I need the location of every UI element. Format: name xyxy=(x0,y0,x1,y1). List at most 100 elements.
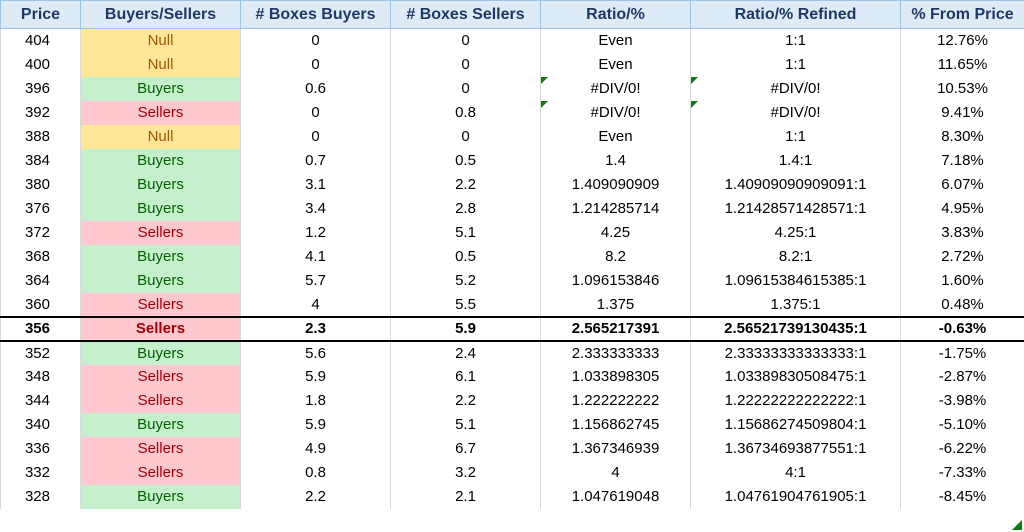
cell-ratio[interactable]: 4 xyxy=(541,461,691,485)
cell-refined[interactable]: 1.04761904761905:1 xyxy=(691,485,901,509)
error-flag-icon[interactable] xyxy=(691,77,698,84)
cell-refined[interactable]: 1.36734693877551:1 xyxy=(691,437,901,461)
table-row[interactable]: 400Null00Even1:111.65% xyxy=(1,53,1024,77)
cell-price[interactable]: 384 xyxy=(1,149,81,173)
cell-sbox[interactable]: 5.9 xyxy=(391,317,541,341)
cell-sbox[interactable]: 2.4 xyxy=(391,341,541,365)
cell-from[interactable]: -8.45% xyxy=(901,485,1024,509)
cell-bs[interactable]: Buyers xyxy=(81,413,241,437)
cell-sbox[interactable]: 0.5 xyxy=(391,245,541,269)
cell-bbox[interactable]: 0.7 xyxy=(241,149,391,173)
cell-bbox[interactable]: 0.6 xyxy=(241,77,391,101)
cell-bs[interactable]: Null xyxy=(81,125,241,149)
cell-ratio[interactable]: 4.25 xyxy=(541,221,691,245)
cell-refined[interactable]: #DIV/0! xyxy=(691,101,901,125)
cell-bbox[interactable]: 1.8 xyxy=(241,389,391,413)
cell-ratio[interactable]: 1.047619048 xyxy=(541,485,691,509)
cell-sbox[interactable]: 2.8 xyxy=(391,197,541,221)
col-header-boxes-sellers[interactable]: # Boxes Sellers xyxy=(391,1,541,29)
cell-price[interactable]: 332 xyxy=(1,461,81,485)
cell-bbox[interactable]: 4.9 xyxy=(241,437,391,461)
table-row[interactable]: 340Buyers5.95.11.1568627451.156862745098… xyxy=(1,413,1024,437)
cell-from[interactable]: 4.95% xyxy=(901,197,1024,221)
error-flag-icon[interactable] xyxy=(691,101,698,108)
table-row[interactable]: 336Sellers4.96.71.3673469391.36734693877… xyxy=(1,437,1024,461)
cell-bbox[interactable]: 3.4 xyxy=(241,197,391,221)
cell-bs[interactable]: Sellers xyxy=(81,317,241,341)
cell-sbox[interactable]: 3.2 xyxy=(391,461,541,485)
cell-price[interactable]: 404 xyxy=(1,29,81,53)
cell-price[interactable]: 328 xyxy=(1,485,81,509)
cell-from[interactable]: -2.87% xyxy=(901,365,1024,389)
cell-refined[interactable]: 1.15686274509804:1 xyxy=(691,413,901,437)
cell-bs[interactable]: Sellers xyxy=(81,221,241,245)
cell-ratio[interactable]: 1.156862745 xyxy=(541,413,691,437)
cell-refined[interactable]: 1.22222222222222:1 xyxy=(691,389,901,413)
cell-from[interactable]: -1.75% xyxy=(901,341,1024,365)
cell-ratio[interactable]: 1.096153846 xyxy=(541,269,691,293)
col-header-buyers-sellers[interactable]: Buyers/Sellers xyxy=(81,1,241,29)
cell-bbox[interactable]: 4.1 xyxy=(241,245,391,269)
cell-bs[interactable]: Buyers xyxy=(81,197,241,221)
cell-bbox[interactable]: 0 xyxy=(241,29,391,53)
cell-bbox[interactable]: 0 xyxy=(241,101,391,125)
cell-bbox[interactable]: 5.7 xyxy=(241,269,391,293)
cell-bs[interactable]: Sellers xyxy=(81,293,241,317)
cell-sbox[interactable]: 0 xyxy=(391,29,541,53)
cell-from[interactable]: -6.22% xyxy=(901,437,1024,461)
table-row[interactable]: 384Buyers0.70.51.41.4:17.18% xyxy=(1,149,1024,173)
cell-bbox[interactable]: 0 xyxy=(241,125,391,149)
cell-sbox[interactable]: 0.8 xyxy=(391,101,541,125)
cell-sbox[interactable]: 6.1 xyxy=(391,365,541,389)
cell-ratio[interactable]: 1.4 xyxy=(541,149,691,173)
cell-bbox[interactable]: 2.3 xyxy=(241,317,391,341)
cell-from[interactable]: -5.10% xyxy=(901,413,1024,437)
cell-sbox[interactable]: 5.1 xyxy=(391,413,541,437)
cell-from[interactable]: 3.83% xyxy=(901,221,1024,245)
cell-from[interactable]: 11.65% xyxy=(901,53,1024,77)
cell-refined[interactable]: 1.21428571428571:1 xyxy=(691,197,901,221)
cell-ratio[interactable]: 8.2 xyxy=(541,245,691,269)
table-row[interactable]: 396Buyers0.60#DIV/0!#DIV/0!10.53% xyxy=(1,77,1024,101)
cell-refined[interactable]: 1:1 xyxy=(691,29,901,53)
cell-bs[interactable]: Buyers xyxy=(81,269,241,293)
cell-ratio[interactable]: 1.222222222 xyxy=(541,389,691,413)
table-row[interactable]: 332Sellers0.83.244:1-7.33% xyxy=(1,461,1024,485)
cell-ratio[interactable]: Even xyxy=(541,53,691,77)
cell-bbox[interactable]: 0 xyxy=(241,53,391,77)
cell-from[interactable]: -0.63% xyxy=(901,317,1024,341)
cell-sbox[interactable]: 0 xyxy=(391,125,541,149)
cell-price[interactable]: 368 xyxy=(1,245,81,269)
cell-sbox[interactable]: 2.2 xyxy=(391,173,541,197)
cell-refined[interactable]: 4.25:1 xyxy=(691,221,901,245)
table-row[interactable]: 348Sellers5.96.11.0338983051.03389830508… xyxy=(1,365,1024,389)
cell-refined[interactable]: 1.375:1 xyxy=(691,293,901,317)
cell-price[interactable]: 336 xyxy=(1,437,81,461)
cell-bs[interactable]: Sellers xyxy=(81,389,241,413)
table-row[interactable]: 360Sellers45.51.3751.375:10.48% xyxy=(1,293,1024,317)
cell-ratio[interactable]: 1.375 xyxy=(541,293,691,317)
table-row[interactable]: 372Sellers1.25.14.254.25:13.83% xyxy=(1,221,1024,245)
cell-price[interactable]: 376 xyxy=(1,197,81,221)
cell-price[interactable]: 348 xyxy=(1,365,81,389)
cell-sbox[interactable]: 0 xyxy=(391,77,541,101)
cell-price[interactable]: 388 xyxy=(1,125,81,149)
col-header-from-price[interactable]: % From Price xyxy=(901,1,1024,29)
cell-refined[interactable]: #DIV/0! xyxy=(691,77,901,101)
table-row[interactable]: 356Sellers2.35.92.5652173912.56521739130… xyxy=(1,317,1024,341)
cell-from[interactable]: 2.72% xyxy=(901,245,1024,269)
cell-price[interactable]: 360 xyxy=(1,293,81,317)
cell-from[interactable]: 7.18% xyxy=(901,149,1024,173)
cell-ratio[interactable]: 2.565217391 xyxy=(541,317,691,341)
cell-price[interactable]: 352 xyxy=(1,341,81,365)
cell-refined[interactable]: 8.2:1 xyxy=(691,245,901,269)
cell-bs[interactable]: Buyers xyxy=(81,341,241,365)
cell-from[interactable]: -3.98% xyxy=(901,389,1024,413)
spreadsheet-table[interactable]: Price Buyers/Sellers # Boxes Buyers # Bo… xyxy=(0,0,1024,509)
cell-sbox[interactable]: 5.2 xyxy=(391,269,541,293)
cell-price[interactable]: 340 xyxy=(1,413,81,437)
cell-bbox[interactable]: 5.6 xyxy=(241,341,391,365)
cell-ratio[interactable]: 1.367346939 xyxy=(541,437,691,461)
cell-sbox[interactable]: 0 xyxy=(391,53,541,77)
cell-bs[interactable]: Buyers xyxy=(81,173,241,197)
